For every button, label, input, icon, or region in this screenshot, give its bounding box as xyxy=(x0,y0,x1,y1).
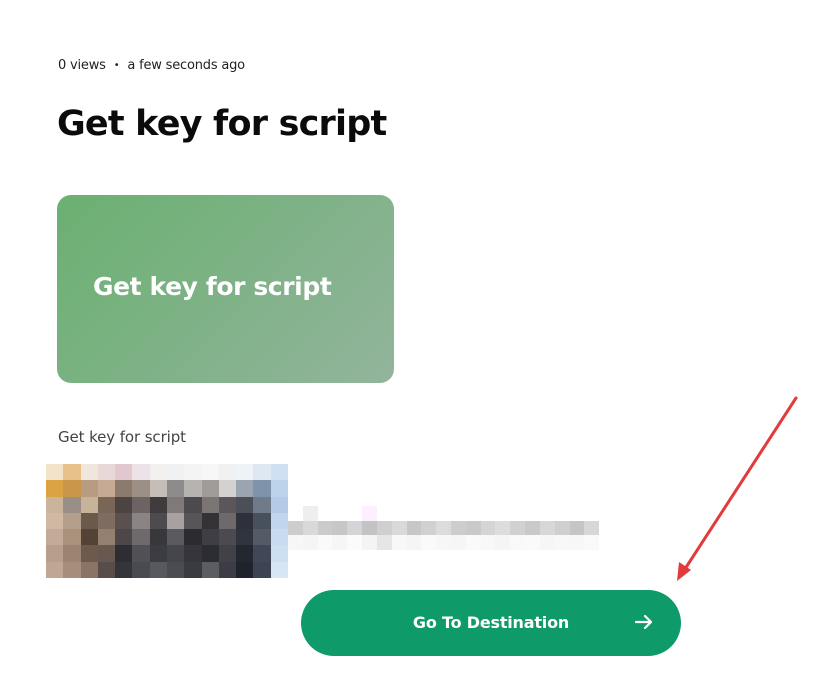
post-time: a few seconds ago xyxy=(127,58,245,73)
preview-card[interactable]: Get key for script xyxy=(57,195,394,383)
meta-separator: • xyxy=(113,60,120,71)
post-description: Get key for script xyxy=(58,428,186,446)
post-meta: 0 views • a few seconds ago xyxy=(58,58,245,73)
pixelated-image xyxy=(46,464,288,578)
arrow-right-icon xyxy=(634,614,653,630)
go-to-destination-button[interactable]: Go To Destination xyxy=(301,590,681,656)
preview-card-title: Get key for script xyxy=(93,271,332,301)
go-to-destination-label: Go To Destination xyxy=(412,613,570,632)
view-count: 0 views xyxy=(58,58,106,73)
pixelated-text xyxy=(288,506,614,550)
page-title: Get key for script xyxy=(57,104,387,144)
